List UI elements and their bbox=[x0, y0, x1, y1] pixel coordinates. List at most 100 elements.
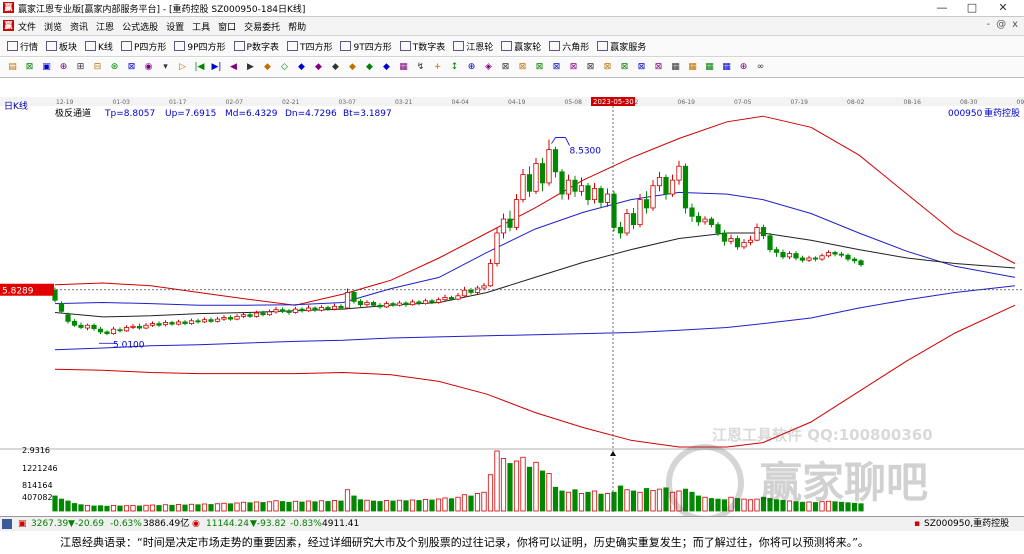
drawing-tool-icon-41[interactable]: ▦ bbox=[703, 61, 716, 74]
drawing-tool-icon-18[interactable]: ◆ bbox=[312, 61, 325, 74]
candle[interactable] bbox=[227, 317, 234, 320]
candle[interactable] bbox=[156, 323, 162, 326]
candle[interactable] bbox=[117, 329, 123, 332]
candle[interactable] bbox=[357, 300, 364, 306]
drawing-tool-icon-22[interactable]: ◆ bbox=[380, 61, 393, 74]
candle[interactable] bbox=[767, 235, 773, 251]
menu-item-6[interactable]: 工具 bbox=[192, 20, 210, 33]
drawing-tool-icon-13[interactable]: ◀ bbox=[227, 61, 240, 74]
candle[interactable] bbox=[214, 318, 221, 322]
toolbar-button-7[interactable]: 9T四方形 bbox=[337, 40, 394, 53]
toolbar-button-2[interactable]: K线 bbox=[82, 40, 116, 53]
candle[interactable] bbox=[351, 292, 357, 302]
candle[interactable] bbox=[825, 252, 832, 257]
candle[interactable] bbox=[435, 299, 442, 303]
candle[interactable] bbox=[247, 314, 253, 317]
drawing-tool-icon-4[interactable]: ⊞ bbox=[74, 61, 87, 74]
candle[interactable] bbox=[832, 252, 838, 255]
drawing-tool-icon-42[interactable]: ▦ bbox=[720, 61, 733, 74]
candle[interactable] bbox=[702, 218, 708, 223]
menu-item-1[interactable]: 浏览 bbox=[44, 20, 62, 33]
candle[interactable] bbox=[273, 309, 279, 313]
candle[interactable] bbox=[266, 311, 273, 316]
drawing-tool-icon-10[interactable]: ▷ bbox=[176, 61, 189, 74]
drawing-tool-icon-33[interactable]: ⊠ bbox=[567, 61, 580, 74]
candle[interactable] bbox=[175, 321, 182, 325]
candle[interactable] bbox=[721, 232, 728, 242]
candle[interactable] bbox=[578, 185, 585, 192]
drawing-tool-icon-35[interactable]: ⊠ bbox=[601, 61, 614, 74]
candle[interactable] bbox=[559, 171, 565, 195]
candle[interactable] bbox=[650, 185, 656, 209]
candle[interactable] bbox=[533, 163, 539, 192]
candle[interactable] bbox=[773, 249, 780, 253]
drawing-tool-icon-14[interactable]: ▶ bbox=[244, 61, 257, 74]
candle[interactable] bbox=[123, 327, 130, 332]
candle[interactable] bbox=[78, 324, 84, 328]
candle[interactable] bbox=[383, 303, 390, 308]
drawing-tool-icon-15[interactable]: ◆ bbox=[261, 61, 274, 74]
drawing-tool-icon-38[interactable]: ⊠ bbox=[652, 61, 665, 74]
candle[interactable] bbox=[143, 324, 149, 329]
candle[interactable] bbox=[669, 179, 676, 195]
sh-index[interactable]: 3267.39 bbox=[31, 517, 68, 531]
candle[interactable] bbox=[409, 301, 416, 306]
candle[interactable] bbox=[208, 319, 214, 322]
candle[interactable] bbox=[689, 207, 695, 217]
candle[interactable] bbox=[221, 317, 227, 320]
candle[interactable] bbox=[695, 215, 702, 223]
candle[interactable] bbox=[494, 232, 500, 264]
candle[interactable] bbox=[741, 242, 747, 248]
toolbar-button-6[interactable]: T四方形 bbox=[284, 40, 336, 53]
candle[interactable] bbox=[377, 304, 383, 308]
drawing-tool-icon-31[interactable]: ⊠ bbox=[533, 61, 546, 74]
drawing-tool-icon-32[interactable]: ⊠ bbox=[550, 61, 563, 74]
minimize-button[interactable]: — bbox=[931, 1, 953, 14]
candle[interactable] bbox=[552, 149, 559, 173]
candle[interactable] bbox=[370, 302, 377, 306]
candle[interactable] bbox=[728, 238, 734, 242]
candle[interactable] bbox=[331, 305, 338, 310]
candle[interactable] bbox=[195, 320, 201, 323]
candle[interactable] bbox=[312, 307, 318, 311]
candle[interactable] bbox=[71, 320, 78, 326]
drawing-tool-icon-34[interactable]: ⊠ bbox=[584, 61, 597, 74]
candle[interactable] bbox=[520, 174, 526, 201]
candle[interactable] bbox=[604, 193, 611, 203]
drawing-tool-icon-25[interactable]: + bbox=[431, 61, 444, 74]
drawing-tool-icon-40[interactable]: ▦ bbox=[686, 61, 699, 74]
candle[interactable] bbox=[663, 176, 669, 195]
drawing-tool-icon-17[interactable]: ◆ bbox=[295, 61, 308, 74]
toolbar-button-1[interactable]: 板块 bbox=[43, 40, 80, 53]
candle[interactable] bbox=[708, 218, 715, 226]
candle[interactable] bbox=[780, 252, 786, 258]
drawing-tool-icon-12[interactable]: ▶| bbox=[210, 61, 223, 74]
candle[interactable] bbox=[546, 149, 552, 184]
candle[interactable] bbox=[442, 297, 448, 301]
drawing-tool-icon-37[interactable]: ⊠ bbox=[635, 61, 648, 74]
menu-item-0[interactable]: 文件 bbox=[18, 20, 36, 33]
candle[interactable] bbox=[58, 303, 65, 312]
candle[interactable] bbox=[390, 303, 396, 306]
drawing-tool-icon-28[interactable]: ◈ bbox=[482, 61, 495, 74]
drawing-tool-icon-26[interactable]: ↕ bbox=[448, 61, 461, 74]
candle[interactable] bbox=[526, 174, 533, 192]
drawing-tool-icon-23[interactable]: ▦ bbox=[397, 61, 410, 74]
child-restore-button[interactable]: @ bbox=[996, 19, 1006, 30]
candle[interactable] bbox=[734, 238, 741, 248]
candle[interactable] bbox=[624, 213, 630, 234]
drawing-tool-icon-3[interactable]: ⊕ bbox=[57, 61, 70, 74]
candle[interactable] bbox=[487, 263, 494, 287]
candle[interactable] bbox=[240, 314, 247, 317]
candle[interactable] bbox=[130, 325, 136, 328]
candle[interactable] bbox=[747, 239, 754, 243]
candle[interactable] bbox=[760, 227, 767, 237]
sz-index[interactable]: 11144.24 bbox=[206, 517, 249, 531]
menu-item-3[interactable]: 江恩 bbox=[96, 20, 114, 33]
candle[interactable] bbox=[429, 300, 435, 303]
drawing-tool-icon-6[interactable]: ⊛ bbox=[108, 61, 121, 74]
candle[interactable] bbox=[572, 179, 578, 192]
drawing-tool-icon-5[interactable]: ⊟ bbox=[91, 61, 104, 74]
candle[interactable] bbox=[286, 310, 292, 313]
candle[interactable] bbox=[474, 287, 481, 293]
